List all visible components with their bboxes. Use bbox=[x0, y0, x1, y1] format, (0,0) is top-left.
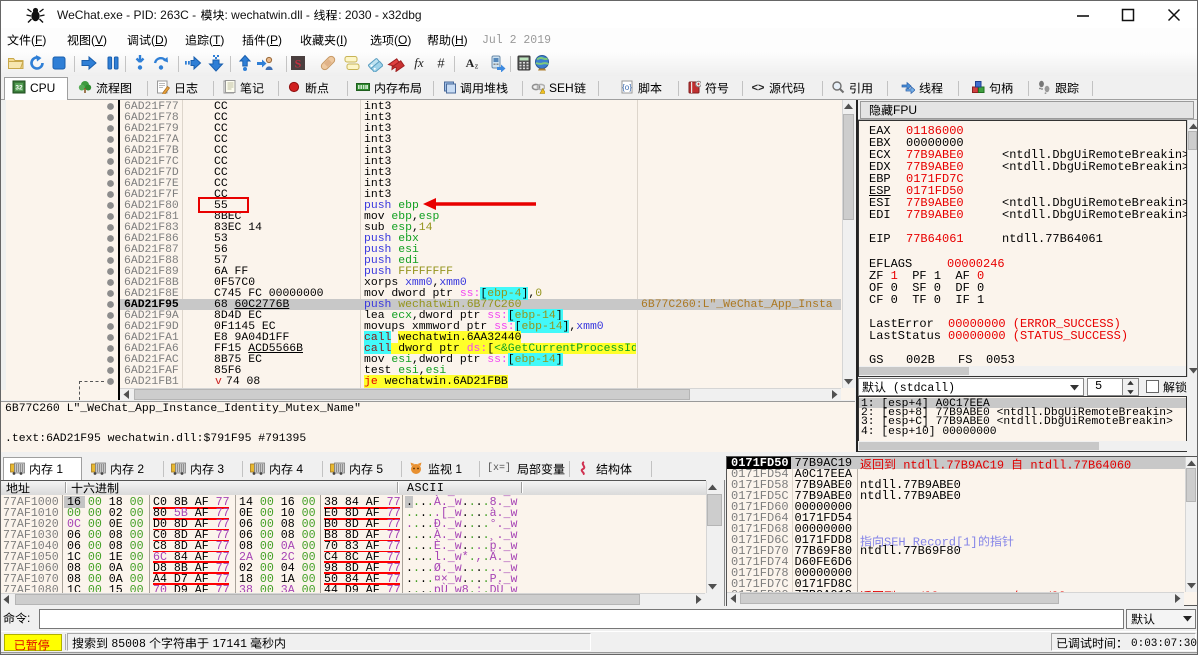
svg-text:S: S bbox=[295, 57, 302, 71]
svg-text:{o}: {o} bbox=[622, 83, 632, 92]
svg-text:<>: <> bbox=[752, 82, 765, 94]
svg-text:z: z bbox=[475, 62, 479, 71]
svg-text:32: 32 bbox=[15, 85, 23, 92]
svg-text:A: A bbox=[466, 56, 475, 70]
svg-text:#: # bbox=[437, 56, 445, 71]
svg-text:fx: fx bbox=[414, 55, 424, 70]
